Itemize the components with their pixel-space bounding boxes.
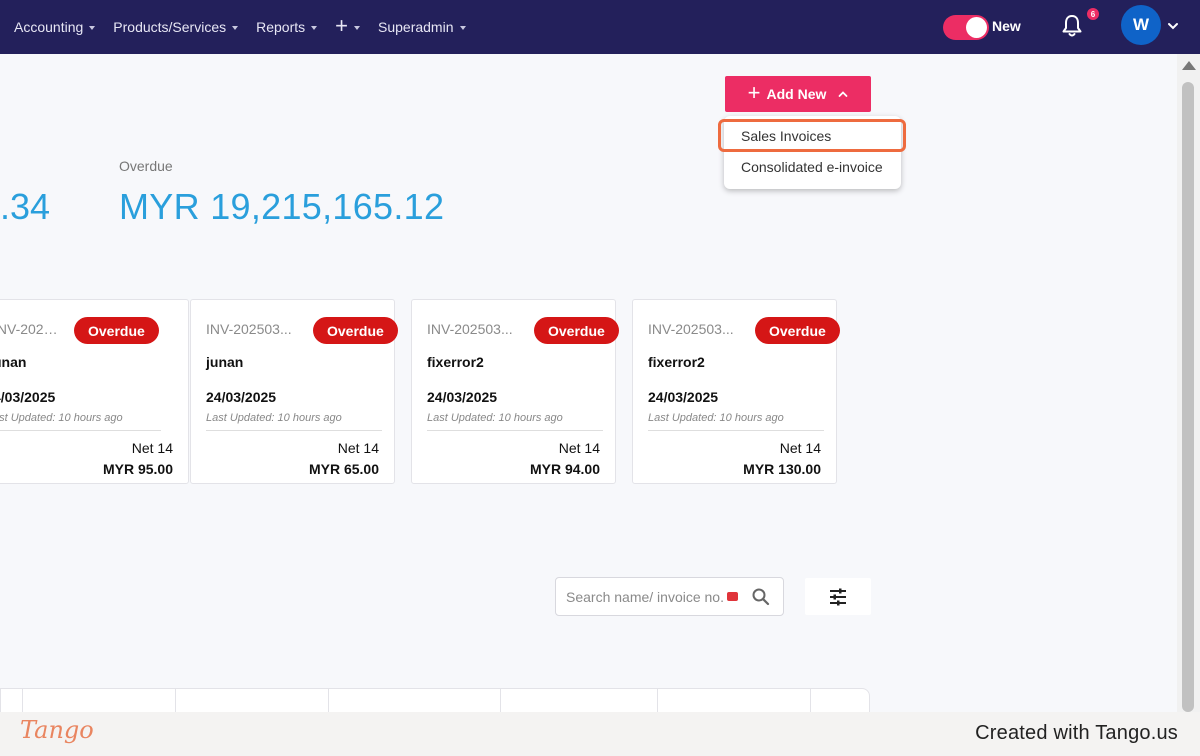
invoice-amount: MYR 130.00 <box>743 461 821 477</box>
status-badge: Overdue <box>74 317 159 344</box>
invoice-card[interactable]: INV-202503... Overdue junan 24/03/2025 L… <box>190 299 398 484</box>
top-navigation: Accounting Products/Services Reports + S… <box>0 0 1200 54</box>
toggle-knob <box>966 17 987 38</box>
caret-down-icon <box>232 26 239 30</box>
invoice-number: INV-202503... <box>427 321 513 337</box>
caret-down-icon <box>354 26 360 30</box>
vertical-scrollbar[interactable] <box>1177 54 1200 714</box>
customer-name: fixerror2 <box>648 354 705 370</box>
search-box <box>555 577 784 616</box>
last-updated: ast Updated: 10 hours ago <box>0 412 123 424</box>
invoice-amount: MYR 94.00 <box>529 461 600 477</box>
last-updated: Last Updated: 10 hours ago <box>648 412 784 424</box>
nav-reports-label: Reports <box>256 19 306 35</box>
card-divider <box>0 430 161 431</box>
toggle-label: New <box>992 18 1021 34</box>
customer-name: fixerror2 <box>427 354 484 370</box>
add-new-button[interactable]: + Add New <box>725 76 871 112</box>
card-divider <box>427 430 603 431</box>
payment-terms: Net 14 <box>337 440 379 456</box>
last-updated: Last Updated: 10 hours ago <box>427 412 563 424</box>
nav-superadmin[interactable]: Superadmin <box>378 0 466 54</box>
tango-logo: Tango <box>20 716 94 744</box>
nav-products-services[interactable]: Products/Services <box>113 0 239 54</box>
payment-terms: Net 14 <box>558 440 600 456</box>
payment-terms: Net 14 <box>779 440 821 456</box>
status-badge: Overdue <box>534 317 619 344</box>
invoice-card[interactable]: INV-202503... Overdue fixerror2 24/03/20… <box>411 299 619 484</box>
invoice-number: INV-202503... <box>206 321 292 337</box>
invoice-number: INV-202503... <box>648 321 734 337</box>
status-badge: Overdue <box>755 317 840 344</box>
nav-products-label: Products/Services <box>113 19 227 35</box>
invoice-amount: MYR 95.00 <box>102 461 173 477</box>
invoice-number: INV-202503... <box>0 321 63 337</box>
customer-name: unan <box>0 354 27 370</box>
tango-footer: Tango Created with Tango.us <box>0 712 1200 756</box>
invoice-amount: MYR 65.00 <box>308 461 379 477</box>
invoice-card[interactable]: INV-202503... Overdue fixerror2 24/03/20… <box>632 299 840 484</box>
last-updated: Last Updated: 10 hours ago <box>206 412 342 424</box>
menu-item-sales-invoices[interactable]: Sales Invoices <box>718 119 906 152</box>
input-helper-icon <box>727 592 738 601</box>
add-new-label: Add New <box>766 86 827 102</box>
invoice-card[interactable]: INV-202503... Overdue unan 4/03/2025 ast… <box>0 299 189 484</box>
menu-item-consolidated-e-invoice[interactable]: Consolidated e-invoice <box>724 151 901 182</box>
search-icon[interactable] <box>751 587 771 607</box>
overdue-amount: MYR 19,215,165.12 <box>119 186 445 227</box>
nav-accounting[interactable]: Accounting <box>14 0 96 54</box>
invoice-date: 24/03/2025 <box>427 389 498 405</box>
invoice-date: 24/03/2025 <box>648 389 719 405</box>
nav-quick-add[interactable]: + <box>335 0 360 54</box>
scroll-up-arrow-icon[interactable] <box>1182 61 1196 70</box>
customer-name: junan <box>206 354 244 370</box>
nav-reports[interactable]: Reports <box>256 0 318 54</box>
summary-amount: .34 <box>0 186 51 227</box>
plus-icon: + <box>747 79 761 105</box>
scroll-thumb[interactable] <box>1182 82 1194 712</box>
new-ui-toggle[interactable] <box>943 15 989 40</box>
user-avatar[interactable]: W <box>1121 5 1161 45</box>
card-divider <box>648 430 824 431</box>
invoice-date: 4/03/2025 <box>0 389 56 405</box>
overdue-label: Overdue <box>119 158 173 174</box>
invoice-date: 24/03/2025 <box>206 389 277 405</box>
plus-icon: + <box>335 13 348 38</box>
chevron-up-icon <box>838 91 848 97</box>
sliders-icon <box>830 588 846 605</box>
status-badge: Overdue <box>313 317 398 344</box>
caret-down-icon <box>459 26 466 30</box>
payment-terms: Net 14 <box>131 440 173 456</box>
created-with-text: Created with Tango.us <box>975 722 1178 744</box>
nav-accounting-label: Accounting <box>14 19 84 35</box>
caret-down-icon <box>89 26 96 30</box>
notification-badge: 6 <box>1085 6 1101 22</box>
bell-icon[interactable] <box>1060 13 1084 39</box>
add-new-dropdown: Sales Invoices Consolidated e-invoice <box>718 116 906 189</box>
caret-down-icon <box>311 26 318 30</box>
search-input[interactable] <box>566 587 732 607</box>
filter-button[interactable] <box>805 578 871 615</box>
nav-superadmin-label: Superadmin <box>378 19 454 35</box>
chevron-down-icon[interactable] <box>1167 21 1179 31</box>
card-divider <box>206 430 382 431</box>
